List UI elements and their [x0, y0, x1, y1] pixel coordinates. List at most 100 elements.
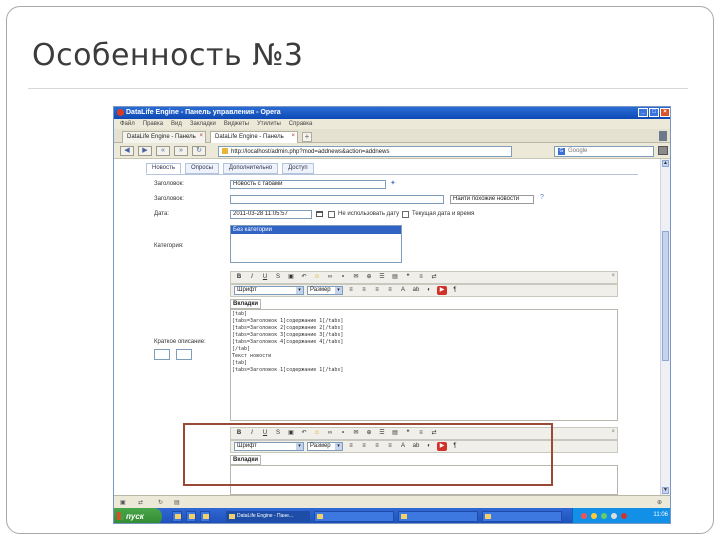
fast-forward-button[interactable]: »: [174, 146, 188, 156]
category-select[interactable]: Без категории: [230, 225, 402, 263]
close-tab-icon[interactable]: ×: [291, 133, 295, 139]
flash-icon[interactable]: ☰: [377, 273, 387, 282]
tab-news[interactable]: Новость: [146, 163, 182, 174]
youtube-icon[interactable]: ▶: [437, 286, 447, 295]
bold-button[interactable]: B: [234, 273, 244, 282]
zoom-icon[interactable]: ⊕: [657, 499, 662, 506]
underline-button[interactable]: U: [260, 273, 270, 282]
quicklaunch-browser-icon[interactable]: [186, 511, 196, 522]
quicklaunch-desktop-icon[interactable]: [172, 511, 182, 522]
translit-icon[interactable]: ◐: [424, 286, 434, 295]
thumbnail-box[interactable]: [176, 349, 192, 360]
align-right-icon[interactable]: ≡: [372, 286, 382, 295]
code-line: [tab]: [232, 311, 248, 317]
find-similar-button[interactable]: Найти похожие новости: [450, 195, 534, 204]
scrollbar-thumb[interactable]: [662, 231, 669, 361]
editor1-code: [tab] [tabs=Заголовок 1]содержание 1[/tab…: [232, 311, 343, 374]
font-color-icon[interactable]: A: [398, 286, 408, 295]
forward-button[interactable]: ▶: [138, 146, 152, 156]
taskbar-item-folder[interactable]: [398, 511, 478, 522]
close-button[interactable]: ×: [660, 108, 670, 117]
menu-bookmarks[interactable]: Закладки: [190, 119, 216, 129]
refresh-icon[interactable]: ↻: [158, 499, 163, 506]
alt-title-input[interactable]: [230, 195, 444, 204]
search-input[interactable]: G Google: [554, 146, 654, 157]
back-button[interactable]: ◀: [120, 146, 134, 156]
start-button[interactable]: пуск: [114, 508, 162, 523]
menu-view[interactable]: Вид: [171, 119, 182, 129]
code-icon[interactable]: ⇄: [429, 273, 439, 282]
trash-icon[interactable]: [659, 131, 667, 141]
browser-titlebar: DataLife Engine - Панель управления - Op…: [114, 107, 670, 119]
menu-tools[interactable]: Утилиты: [257, 119, 281, 129]
tray-icon[interactable]: [611, 513, 617, 519]
menu-file[interactable]: Файл: [120, 119, 135, 129]
undo-icon[interactable]: ↶: [299, 273, 309, 282]
close-tab-icon[interactable]: ×: [199, 133, 203, 139]
media-icon[interactable]: ▤: [390, 273, 400, 282]
editor1-tabs-button[interactable]: Вкладки: [230, 299, 262, 309]
new-tab-button[interactable]: +: [302, 132, 312, 142]
menu-widgets[interactable]: Виджеты: [224, 119, 249, 129]
quote-icon[interactable]: ❝: [403, 273, 413, 282]
tab-polls[interactable]: Опросы: [185, 163, 219, 174]
taskbar-item-document[interactable]: [482, 511, 562, 522]
category-option-selected[interactable]: Без категории: [231, 226, 401, 234]
tray-icon[interactable]: [591, 513, 597, 519]
tab-access[interactable]: Доступ: [282, 163, 314, 174]
link-icon[interactable]: ∞: [325, 273, 335, 282]
title-input[interactable]: Новость с табами: [230, 180, 386, 189]
browser-tab-2[interactable]: DataLife Engine - Панель ×: [210, 131, 298, 143]
navigation-bar: ◀ ▶ « » ↻ http://localhost/admin.php?mod…: [114, 143, 670, 159]
maximize-button[interactable]: □: [649, 108, 659, 117]
taskbar-item-folder[interactable]: [314, 511, 394, 522]
email-icon[interactable]: ✉: [351, 273, 361, 282]
hide-icon[interactable]: ab: [411, 286, 421, 295]
tray-icon[interactable]: [621, 513, 627, 519]
reload-button[interactable]: ↻: [192, 146, 206, 156]
no-date-checkbox[interactable]: [328, 211, 335, 218]
unlink-icon[interactable]: ⚬: [338, 273, 348, 282]
quicklaunch-opera-icon[interactable]: [200, 511, 210, 522]
scroll-down-icon[interactable]: ▼: [662, 487, 669, 494]
tab-advanced[interactable]: Дополнительно: [222, 163, 279, 174]
page-scrollbar[interactable]: ▲ ▼: [660, 159, 670, 495]
code-line: [tab]: [232, 360, 248, 366]
menu-help[interactable]: Справка: [289, 119, 313, 129]
size-select[interactable]: Размер ▾: [307, 286, 343, 295]
menu-edit[interactable]: Правка: [143, 119, 163, 129]
align-justify-icon[interactable]: ≡: [385, 286, 395, 295]
images-icon[interactable]: ▤: [174, 499, 180, 506]
taskbar-item-opera[interactable]: DataLife Engine - Пане...: [226, 511, 310, 522]
tray-icon[interactable]: [581, 513, 587, 519]
calendar-icon[interactable]: [316, 211, 323, 217]
align-left-icon[interactable]: ≡: [346, 286, 356, 295]
tray-icon[interactable]: [601, 513, 607, 519]
opera-icon: [117, 109, 124, 116]
help-icon[interactable]: ?: [540, 194, 544, 201]
magic-wand-icon[interactable]: ✦: [390, 179, 396, 187]
rewind-button[interactable]: «: [156, 146, 170, 156]
panel-toggle-icon[interactable]: ▣: [120, 499, 126, 506]
list-icon[interactable]: ≡: [416, 273, 426, 282]
toolbar-close-icon[interactable]: ×: [611, 429, 615, 435]
print-icon[interactable]: [658, 146, 668, 155]
toolbar-close-icon[interactable]: ×: [611, 273, 615, 279]
address-bar[interactable]: http://localhost/admin.php?mod=addnews&a…: [218, 146, 512, 157]
page-break-icon[interactable]: ¶: [450, 286, 460, 295]
font-select[interactable]: Шрифт ▾: [234, 286, 304, 295]
minimize-button[interactable]: _: [638, 108, 648, 117]
slide-title: Особенность №3: [32, 38, 304, 73]
italic-button[interactable]: I: [247, 273, 257, 282]
save-icon[interactable]: ▣: [286, 273, 296, 282]
transfer-icon[interactable]: ⇄: [138, 499, 143, 506]
current-date-checkbox[interactable]: [402, 211, 409, 218]
browser-tab-1[interactable]: DataLife Engine - Панель ×: [122, 131, 206, 143]
smiley-icon[interactable]: ☺: [312, 273, 322, 282]
date-input[interactable]: 2011-03-28 11:05:57: [230, 210, 312, 219]
align-center-icon[interactable]: ≡: [359, 286, 369, 295]
image-icon[interactable]: ⊕: [364, 273, 374, 282]
strike-button[interactable]: S: [273, 273, 283, 282]
thumbnail-box[interactable]: [154, 349, 170, 360]
scroll-up-icon[interactable]: ▲: [662, 160, 669, 167]
